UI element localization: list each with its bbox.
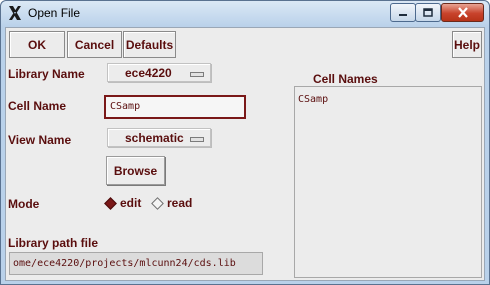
help-button[interactable]: Help xyxy=(452,31,482,58)
mode-read-label: read xyxy=(167,196,193,210)
cell-name-label: Cell Name xyxy=(8,99,67,113)
radio-selected-icon xyxy=(104,196,117,210)
dialog-body: OK Cancel Defaults Help Library Name ece… xyxy=(5,27,485,281)
open-file-window: Open File OK Cancel Defaults Help Librar… xyxy=(0,0,490,285)
minimize-icon xyxy=(399,13,407,16)
library-path-field[interactable]: ome/ece4220/projects/mlcunn24/cds.lib xyxy=(9,252,263,275)
view-name-cyclic[interactable]: schematic xyxy=(107,128,211,147)
cyclic-field-indicator-icon xyxy=(190,137,204,142)
view-name-label: View Name xyxy=(8,133,72,147)
list-item[interactable]: CSamp xyxy=(298,94,328,105)
cyclic-field-indicator-icon xyxy=(190,72,204,77)
maximize-button[interactable] xyxy=(415,3,441,22)
view-name-value: schematic xyxy=(125,131,184,145)
x-logo-icon xyxy=(9,6,21,20)
library-name-cyclic[interactable]: ece4220 xyxy=(107,63,211,82)
mode-edit-radio[interactable]: edit xyxy=(104,196,141,210)
ok-button[interactable]: OK xyxy=(9,31,65,58)
maximize-icon xyxy=(423,7,433,17)
defaults-button[interactable]: Defaults xyxy=(123,31,176,58)
cancel-button[interactable]: Cancel xyxy=(67,31,122,58)
title-bar[interactable]: Open File xyxy=(1,1,489,27)
minimize-button[interactable] xyxy=(390,3,416,22)
close-icon xyxy=(457,7,468,18)
cell-names-list[interactable]: CSamp xyxy=(294,86,482,278)
radio-unselected-icon xyxy=(151,196,164,210)
cell-name-field[interactable]: CSamp xyxy=(104,95,246,119)
mode-label: Mode xyxy=(8,197,40,211)
mode-edit-label: edit xyxy=(120,196,142,210)
window-title: Open File xyxy=(28,6,81,20)
browse-button[interactable]: Browse xyxy=(106,156,165,185)
close-button[interactable] xyxy=(441,3,484,22)
library-name-label: Library Name xyxy=(8,67,85,81)
mode-read-radio[interactable]: read xyxy=(151,196,192,210)
library-name-value: ece4220 xyxy=(125,66,172,80)
cell-names-header: Cell Names xyxy=(313,72,378,86)
library-path-label: Library path file xyxy=(8,236,99,250)
